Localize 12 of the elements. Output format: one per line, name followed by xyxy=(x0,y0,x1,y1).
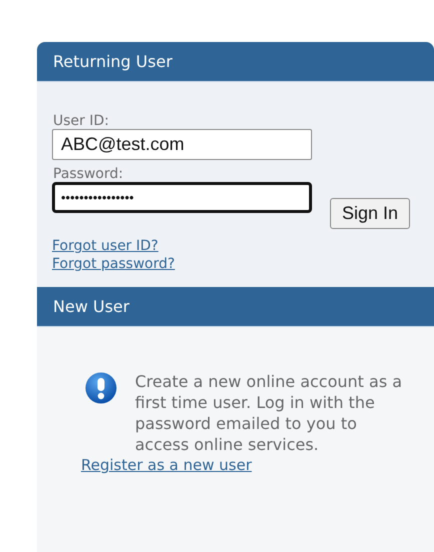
sign-in-button[interactable]: Sign In xyxy=(330,198,410,229)
info-message: Create a new online account as a first time user. Log in with the password emailed to you to access online services. xyxy=(81,371,411,455)
section-header: Returning User xyxy=(37,42,434,82)
user-id-field[interactable]: ABC@test.com xyxy=(52,129,312,160)
section-header: New User xyxy=(37,287,434,327)
forgot-link[interactable]: Forgot user ID? xyxy=(52,237,158,255)
field-label: Password: xyxy=(53,166,124,182)
register-link[interactable]: Register as a new user xyxy=(81,456,252,474)
forgot-link[interactable]: Forgot password? xyxy=(52,255,175,273)
info-exclamation-icon xyxy=(85,372,117,404)
password-field[interactable]: •••••••••••••••• xyxy=(52,182,312,213)
field-label: User ID: xyxy=(53,113,110,129)
